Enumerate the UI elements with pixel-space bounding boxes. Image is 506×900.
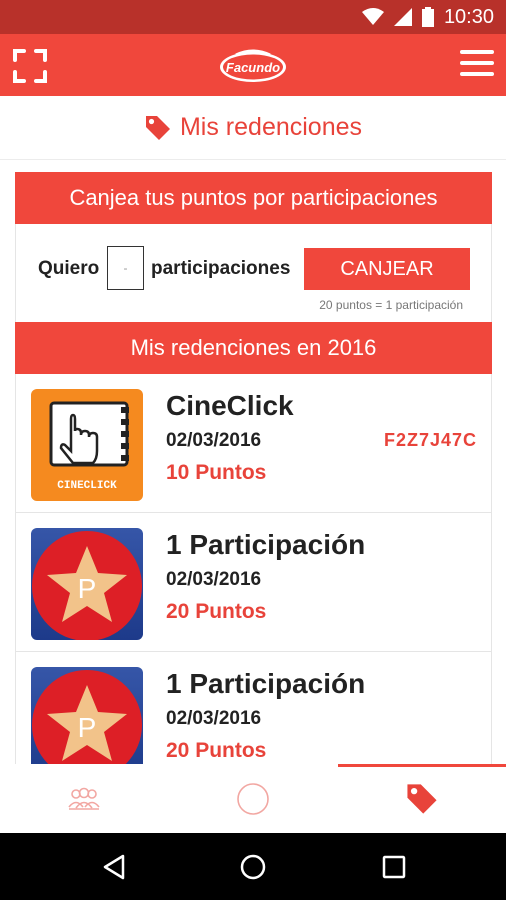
system-nav-bar (0, 833, 506, 900)
battery-icon (421, 7, 434, 27)
item-code: F2Z7J47C (383, 430, 477, 450)
recents-icon (382, 855, 406, 879)
conversion-note: 20 puntos = 1 participación (319, 298, 463, 312)
item-title: 1 Participación (166, 529, 366, 560)
page-header: Mis redenciones (0, 96, 506, 160)
menu-icon (460, 50, 494, 54)
list-item[interactable]: P 1 Participación 02/03/2016 20 Puntos (16, 652, 491, 764)
item-date: 02/03/2016 (166, 708, 262, 729)
tag-icon (145, 115, 170, 140)
list-item[interactable]: CINECLICK CineClick 02/03/2016 10 Puntos… (16, 374, 491, 513)
tab-home[interactable] (169, 764, 337, 833)
cineclick-logo: CINECLICK (31, 389, 143, 501)
redeem-form: Quiero participaciones CANJEAR 20 puntos… (15, 224, 492, 322)
svg-text:CINECLICK: CINECLICK (57, 480, 117, 492)
svg-text:P: P (78, 573, 97, 604)
recents-button[interactable] (376, 849, 412, 885)
item-points: 10 Puntos (166, 461, 267, 484)
tab-redemptions[interactable] (338, 764, 506, 833)
home-button[interactable] (235, 849, 271, 885)
svg-text:P: P (78, 712, 97, 743)
app-bar: Facundo (0, 34, 506, 96)
participation-star-icon: P (31, 667, 143, 764)
redemptions-list: CINECLICK CineClick 02/03/2016 10 Puntos… (15, 374, 492, 764)
redeem-header: Canjea tus puntos por participaciones (15, 172, 492, 224)
svg-text:Facundo: Facundo (226, 60, 280, 75)
circle-icon (237, 782, 269, 815)
scan-frame-icon (13, 49, 47, 83)
home-icon (240, 854, 266, 880)
history-header: Mis redenciones en 2016 (15, 322, 492, 374)
scan-button[interactable] (12, 48, 48, 84)
page-title: Mis redenciones (179, 113, 363, 141)
status-icons: 10:30 (361, 0, 494, 34)
back-icon (103, 854, 125, 880)
content-scroll[interactable]: Canjea tus puntos por participaciones Qu… (15, 172, 492, 764)
facundo-logo: Facundo (218, 48, 288, 84)
bottom-nav (0, 764, 506, 833)
item-title: 1 Participación (166, 668, 366, 699)
item-title: CineClick (166, 390, 294, 421)
tag-icon (407, 783, 437, 814)
status-time: 10:30 (443, 5, 494, 28)
list-item[interactable]: P 1 Participación 02/03/2016 20 Puntos (16, 513, 491, 652)
signal-icon (393, 8, 412, 26)
community-icon (68, 787, 100, 810)
menu-button[interactable] (460, 50, 494, 80)
back-button[interactable] (96, 849, 132, 885)
quantity-input[interactable] (107, 246, 144, 290)
item-date: 02/03/2016 (166, 569, 262, 590)
canjear-button[interactable]: CANJEAR (304, 248, 470, 290)
item-date: 02/03/2016 (166, 430, 262, 451)
item-points: 20 Puntos (166, 739, 267, 762)
quiero-label: Quiero (38, 258, 100, 279)
participation-star-icon: P (31, 528, 143, 640)
tab-community[interactable] (0, 764, 168, 833)
status-bar: 10:30 (0, 0, 506, 34)
item-points: 20 Puntos (166, 600, 267, 623)
wifi-icon (361, 8, 384, 25)
participaciones-label: participaciones (151, 258, 291, 279)
